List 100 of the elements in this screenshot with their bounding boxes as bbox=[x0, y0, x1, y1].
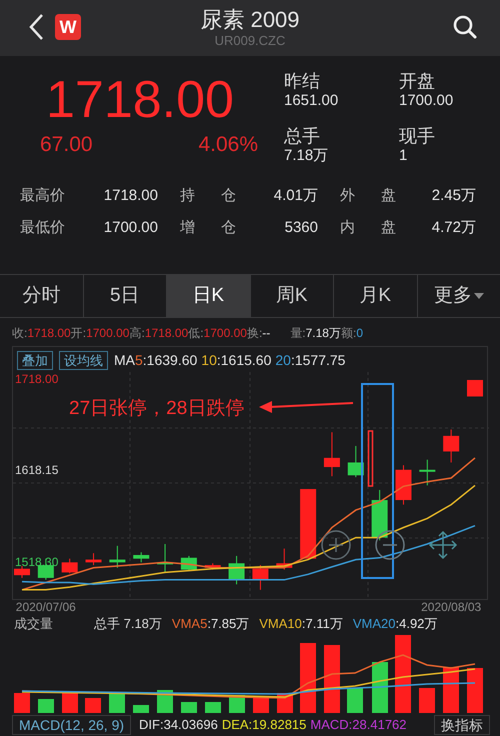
field-value: 1651.00 bbox=[284, 92, 340, 110]
candlestick bbox=[348, 445, 364, 478]
candlestick bbox=[109, 545, 126, 568]
indicator-value: MACD:28.41762 bbox=[310, 716, 407, 734]
candlestick bbox=[86, 552, 102, 566]
volume-bar bbox=[85, 698, 101, 713]
candlestick bbox=[62, 558, 78, 574]
candlestick bbox=[157, 544, 174, 573]
legend-label: VMA10 bbox=[259, 615, 302, 633]
candlestick bbox=[204, 562, 221, 570]
candlestick bbox=[276, 548, 292, 570]
marker-bar bbox=[368, 430, 374, 487]
legend-period: 10 bbox=[201, 351, 217, 370]
indicator-value: DEA:19.82815 bbox=[222, 716, 306, 734]
info-value: 1700.00 bbox=[204, 325, 247, 342]
volume-bar bbox=[253, 698, 269, 713]
volume-bar bbox=[181, 702, 197, 713]
legend-value: :4.92万 bbox=[395, 615, 438, 633]
axis-label: 2020/08/03 bbox=[421, 600, 482, 614]
legend-value: :7.11万 bbox=[302, 615, 343, 633]
field-value: 7.18万 bbox=[284, 147, 330, 165]
legend-value: :1639.60 bbox=[142, 351, 198, 370]
info-label: 收: bbox=[12, 325, 28, 342]
page-title: 尿素 2009 bbox=[200, 7, 300, 33]
info-label: 高: bbox=[129, 325, 145, 342]
volume-bar bbox=[109, 693, 125, 713]
stat-label: 最高价 bbox=[20, 186, 66, 206]
candlestick bbox=[133, 552, 150, 563]
stat-value: 5360 bbox=[284, 218, 318, 238]
field-value: 1700.00 bbox=[399, 92, 454, 110]
info-label: 低: bbox=[188, 325, 204, 342]
info-label: 换: bbox=[246, 325, 262, 342]
move-icon[interactable] bbox=[428, 530, 458, 560]
info-label: 开: bbox=[70, 325, 86, 342]
period-tab[interactable]: 日K bbox=[167, 275, 250, 317]
candlestick bbox=[252, 564, 268, 590]
legend-value: :1577.75 bbox=[290, 351, 346, 370]
stat-value: 4.01万 bbox=[272, 186, 318, 206]
volume-bar bbox=[38, 699, 54, 713]
volume-bar bbox=[372, 662, 388, 713]
stat-value: 1700.00 bbox=[102, 218, 158, 238]
legend-value: :7.85万 bbox=[207, 615, 250, 633]
info-value: 1700.00 bbox=[86, 325, 130, 342]
volume-total: 总手 7.18万 bbox=[94, 615, 162, 633]
legend-value: :1615.60 bbox=[216, 351, 272, 370]
legend-period: 5 bbox=[135, 351, 143, 370]
info-value: -- bbox=[262, 325, 270, 342]
stat-label: 增仓 bbox=[180, 218, 240, 238]
volume-title: 成交量 bbox=[14, 615, 54, 633]
annotation-text: 27日张停，28日跌停 bbox=[69, 397, 244, 421]
volume-bar bbox=[62, 693, 78, 713]
volume-bar bbox=[419, 688, 435, 713]
axis-label: 2020/07/06 bbox=[16, 600, 76, 614]
axis-label: 1618.15 bbox=[15, 463, 58, 478]
candlestick bbox=[395, 464, 412, 506]
stat-label: 外盘 bbox=[340, 186, 400, 206]
info-label: 量: bbox=[290, 325, 306, 342]
candlestick bbox=[324, 432, 340, 477]
axis-label: 1718.00 bbox=[15, 372, 58, 386]
info-value: 7.18万 bbox=[306, 325, 341, 342]
candlestick bbox=[443, 428, 460, 463]
candlestick bbox=[300, 488, 316, 560]
price-change: 67.00 bbox=[40, 132, 93, 158]
legend-label: VMA5 bbox=[172, 615, 208, 633]
volume-bar bbox=[347, 688, 363, 713]
volume-bar bbox=[14, 693, 30, 713]
stat-label: 持仓 bbox=[180, 186, 240, 206]
legend-period: 20 bbox=[275, 351, 291, 370]
stat-label: 内盘 bbox=[340, 218, 400, 238]
zoom-out-icon[interactable] bbox=[375, 530, 405, 560]
candlestick bbox=[228, 555, 245, 585]
app-logo[interactable]: W bbox=[55, 14, 81, 40]
volume-bar bbox=[300, 643, 316, 713]
legend-label: MA bbox=[114, 351, 135, 370]
candlestick bbox=[467, 380, 483, 397]
field-label: 昨结 bbox=[284, 70, 321, 92]
info-value: 1718.00 bbox=[144, 325, 188, 342]
switch-indicator-button[interactable]: 换指标 bbox=[434, 715, 490, 735]
field-label: 现手 bbox=[399, 125, 436, 147]
volume-bar bbox=[443, 667, 459, 713]
candlestick bbox=[14, 566, 30, 578]
legend-label: VMA20 bbox=[352, 615, 396, 633]
search-icon[interactable] bbox=[452, 14, 478, 40]
indicator-value: DIF:34.03696 bbox=[139, 716, 218, 734]
candlestick bbox=[419, 459, 436, 486]
stat-value: 4.72万 bbox=[430, 218, 476, 238]
volume-bar bbox=[205, 702, 221, 713]
stat-value: 1718.00 bbox=[102, 186, 158, 206]
last-price: 1718.00 bbox=[45, 70, 235, 130]
stat-value: 2.45万 bbox=[430, 186, 476, 206]
chart-button[interactable]: 叠加 bbox=[17, 351, 53, 370]
field-label: 总手 bbox=[284, 125, 321, 147]
volume-bar bbox=[467, 668, 483, 713]
contract-code: UR009.CZC bbox=[214, 33, 286, 49]
volume-bar bbox=[133, 705, 149, 713]
zoom-in-icon[interactable] bbox=[321, 530, 351, 560]
field-label: 开盘 bbox=[399, 70, 436, 92]
chart-button[interactable]: 设均线 bbox=[59, 351, 108, 370]
percent-change: 4.06% bbox=[198, 132, 258, 158]
stat-label: 最低价 bbox=[20, 218, 66, 238]
